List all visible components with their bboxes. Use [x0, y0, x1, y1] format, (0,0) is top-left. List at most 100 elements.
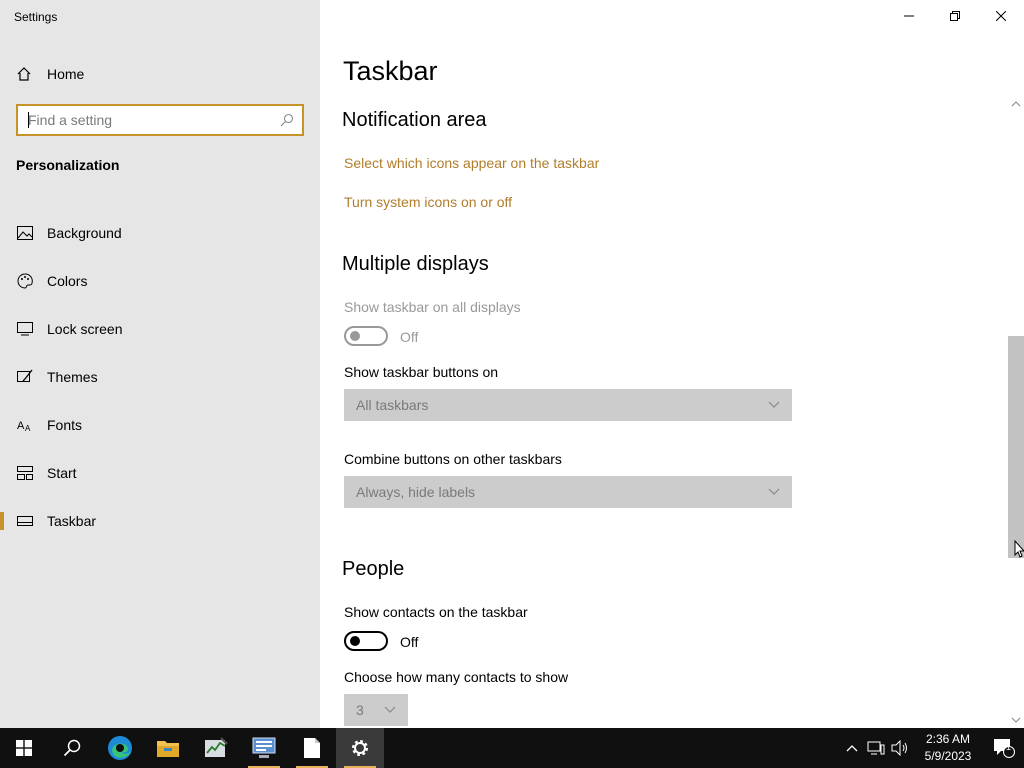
- contact-count-label: Choose how many contacts to show: [344, 669, 569, 685]
- multiple-displays-heading: Multiple displays: [342, 253, 489, 275]
- show-hidden-icons-button[interactable]: [840, 728, 864, 768]
- dropdown-value: 3: [356, 702, 364, 718]
- nav-label: Taskbar: [47, 513, 97, 529]
- action-center-button[interactable]: 1: [984, 728, 1024, 768]
- chevron-down-icon: [768, 488, 780, 495]
- taskbar-search-button[interactable]: [48, 728, 96, 768]
- nav-label: Fonts: [47, 417, 83, 433]
- clock-date: 5/9/2023: [924, 749, 972, 763]
- dropdown-value: Always, hide labels: [356, 484, 476, 500]
- scrollbar-thumb[interactable]: [1008, 336, 1024, 558]
- start-icon: [16, 464, 34, 482]
- speaker-icon: [891, 740, 907, 756]
- windows-logo-icon: [16, 740, 32, 756]
- personalization-nav: Background Colors Lock screen Themes AA …: [0, 209, 320, 545]
- home-nav-item[interactable]: Home: [16, 62, 84, 86]
- text-caret: [28, 112, 29, 128]
- document-icon: [304, 738, 320, 758]
- page-title: Taskbar: [343, 56, 438, 86]
- notepad-taskbar-button[interactable]: [288, 728, 336, 768]
- home-icon: [17, 67, 31, 81]
- network-app-taskbar-button[interactable]: [240, 728, 288, 768]
- combine-buttons-label: Combine buttons on other taskbars: [344, 451, 562, 467]
- edge-browser-icon: [108, 736, 132, 760]
- nav-item-background[interactable]: Background: [0, 209, 320, 257]
- mouse-cursor-icon: [1014, 540, 1024, 558]
- nav-label: Colors: [47, 273, 88, 289]
- home-label: Home: [47, 66, 85, 82]
- combine-buttons-dropdown[interactable]: Always, hide labels: [344, 476, 792, 508]
- nav-label: Lock screen: [47, 321, 123, 337]
- contact-count-dropdown[interactable]: 3: [344, 694, 408, 726]
- scroll-up-arrow[interactable]: [1010, 98, 1022, 110]
- monitor-icon: [16, 320, 34, 338]
- nav-item-lock-screen[interactable]: Lock screen: [0, 305, 320, 353]
- scroll-down-arrow[interactable]: [1010, 714, 1022, 726]
- search-box[interactable]: [16, 104, 304, 136]
- clock-time: 2:36 AM: [925, 732, 971, 746]
- show-all-displays-toggle[interactable]: [344, 326, 388, 346]
- nav-item-taskbar[interactable]: Taskbar: [0, 497, 320, 545]
- svg-text:A: A: [17, 420, 25, 432]
- taskbar: 2:36 AM 5/9/2023 1: [0, 728, 1024, 768]
- nav-item-fonts[interactable]: AA Fonts: [0, 401, 320, 449]
- taskbar-icon: [16, 512, 34, 530]
- notification-area-heading: Notification area: [342, 109, 487, 131]
- content-pane: Taskbar Notification area Select which i…: [320, 0, 1024, 728]
- chevron-down-icon: [768, 401, 780, 408]
- font-icon: AA: [16, 416, 34, 434]
- show-contacts-toggle[interactable]: [344, 631, 388, 651]
- show-contacts-state: Off: [400, 634, 419, 650]
- system-tray: 2:36 AM 5/9/2023 1: [840, 728, 1024, 768]
- palette-icon: [16, 272, 34, 290]
- show-all-displays-state: Off: [400, 329, 419, 345]
- start-button[interactable]: [0, 728, 48, 768]
- select-icons-link[interactable]: Select which icons appear on the taskbar: [344, 155, 599, 171]
- buttons-on-label: Show taskbar buttons on: [344, 364, 499, 380]
- task-manager-icon: [205, 737, 228, 757]
- svg-text:A: A: [25, 424, 31, 433]
- picture-icon: [16, 224, 34, 242]
- buttons-on-dropdown[interactable]: All taskbars: [344, 389, 792, 421]
- nav-label: Background: [47, 225, 122, 241]
- dropdown-value: All taskbars: [356, 397, 429, 413]
- nav-item-start[interactable]: Start: [0, 449, 320, 497]
- minimize-button[interactable]: [886, 0, 932, 32]
- search-input[interactable]: [18, 106, 280, 134]
- chevron-up-icon: [846, 745, 858, 752]
- restore-icon: [950, 11, 960, 21]
- close-button[interactable]: [978, 0, 1024, 32]
- nav-label: Start: [47, 465, 77, 481]
- gear-icon: [352, 740, 368, 756]
- settings-taskbar-button[interactable]: [336, 728, 384, 768]
- show-all-displays-label: Show taskbar on all displays: [344, 299, 521, 315]
- app-title: Settings: [14, 10, 58, 24]
- folder-icon: [157, 741, 179, 757]
- network-computer-icon: [252, 737, 276, 758]
- volume-tray-icon[interactable]: [888, 728, 912, 768]
- file-explorer-taskbar-button[interactable]: [144, 728, 192, 768]
- section-title: Personalization: [16, 157, 120, 173]
- settings-nav-pane: Settings Home Personalization Background…: [0, 0, 320, 728]
- search-icon[interactable]: [280, 113, 294, 127]
- network-icon: [867, 741, 885, 755]
- notification-icon: [994, 739, 1015, 758]
- chevron-down-icon: [384, 706, 396, 713]
- nav-item-themes[interactable]: Themes: [0, 353, 320, 401]
- task-manager-taskbar-button[interactable]: [192, 728, 240, 768]
- minimize-icon: [904, 15, 914, 17]
- restore-button[interactable]: [932, 0, 978, 32]
- taskbar-clock[interactable]: 2:36 AM 5/9/2023: [912, 731, 984, 765]
- show-contacts-label: Show contacts on the taskbar: [344, 604, 528, 620]
- notification-count: 1: [1006, 742, 1012, 752]
- brush-icon: [16, 368, 34, 386]
- nav-item-colors[interactable]: Colors: [0, 257, 320, 305]
- people-heading: People: [342, 558, 405, 580]
- close-icon: [996, 11, 1006, 21]
- window-controls: [886, 0, 1024, 32]
- edge-taskbar-button[interactable]: [96, 728, 144, 768]
- network-tray-icon[interactable]: [864, 728, 888, 768]
- system-icons-link[interactable]: Turn system icons on or off: [344, 194, 512, 210]
- nav-label: Themes: [47, 369, 98, 385]
- search-icon: [63, 739, 81, 757]
